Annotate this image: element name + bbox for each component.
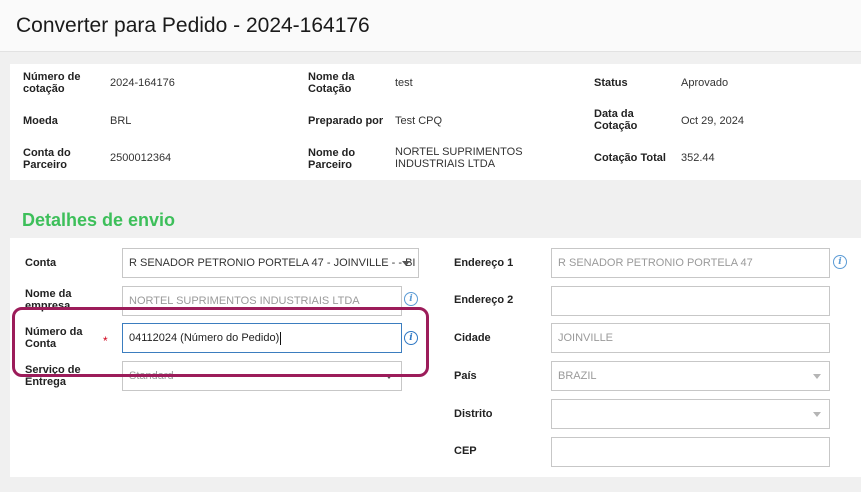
delivery-service-value: Standard	[129, 370, 174, 382]
chevron-down-icon	[813, 374, 821, 379]
prepared-by-value: Test CPQ	[395, 115, 443, 127]
info-icon[interactable]: i	[404, 331, 418, 345]
district-select[interactable]	[551, 399, 830, 429]
chevron-down-icon	[385, 374, 393, 379]
partner-account-label: Conta do Parceiro	[23, 147, 71, 171]
account-number-input[interactable]: 04112024 (Número do Pedido)	[122, 323, 402, 353]
partner-account-value: 2500012364	[110, 152, 172, 164]
partner-name-value: NORTEL SUPRIMENTOS INDUSTRIAIS LTDA	[395, 146, 523, 170]
quote-number-value: 2024-164176	[110, 77, 175, 89]
required-marker: *	[103, 334, 108, 348]
address2-input[interactable]	[551, 286, 830, 316]
chevron-down-icon	[813, 412, 821, 417]
company-name-label: Nome da empresa	[25, 288, 72, 312]
quote-date-label: Data da Cotação	[594, 108, 638, 132]
country-select-value: BRAZIL	[558, 370, 597, 382]
quote-name-value: test	[395, 77, 413, 89]
city-label: Cidade	[454, 332, 491, 344]
quote-date-value: Oct 29, 2024	[681, 115, 744, 127]
partner-name-label: Nome do Parceiro	[308, 147, 356, 171]
account-label: Conta	[25, 257, 57, 269]
delivery-service-label: Serviço de Entrega	[25, 364, 81, 388]
info-icon[interactable]: i	[833, 255, 847, 269]
quote-name-label: Nome da Cotação	[308, 71, 355, 95]
page-title: Converter para Pedido - 2024-164176	[16, 14, 370, 37]
info-icon[interactable]: i	[404, 292, 418, 306]
page-header: Converter para Pedido - 2024-164176	[0, 0, 861, 52]
zip-label: CEP	[454, 445, 477, 457]
account-number-label: Número da Conta	[25, 326, 83, 350]
account-number-input-value: 04112024 (Número do Pedido)	[129, 332, 280, 344]
delivery-service-select[interactable]: Standard	[122, 361, 402, 391]
quote-number-label: Número de cotação	[23, 71, 81, 95]
status-label: Status	[594, 77, 628, 89]
account-select[interactable]: R SENADOR PETRONIO PORTELA 47 - JOINVILL…	[122, 248, 419, 278]
prepared-by-label: Preparado por	[308, 115, 384, 127]
address1-field[interactable]: R SENADOR PETRONIO PORTELA 47	[551, 248, 830, 278]
district-label: Distrito	[454, 408, 493, 420]
status-value: Aprovado	[681, 77, 729, 89]
currency-label: Moeda	[23, 115, 58, 127]
country-label: País	[454, 370, 477, 382]
quote-total-label: Cotação Total	[594, 152, 666, 164]
shipping-section-title: Detalhes de envio	[22, 210, 176, 230]
account-select-value: R SENADOR PETRONIO PORTELA 47 - JOINVILL…	[129, 257, 416, 269]
address2-label: Endereço 2	[454, 294, 514, 306]
chevron-down-icon	[402, 261, 410, 266]
currency-value: BRL	[110, 115, 132, 127]
company-name-field[interactable]: NORTEL SUPRIMENTOS INDUSTRIAIS LTDA	[122, 286, 402, 316]
zip-input[interactable]	[551, 437, 830, 467]
country-select[interactable]: BRAZIL	[551, 361, 830, 391]
address1-label: Endereço 1	[454, 257, 514, 269]
city-field[interactable]: JOINVILLE	[551, 323, 830, 353]
text-cursor	[280, 331, 282, 345]
quote-total-value: 352.44	[681, 152, 715, 164]
